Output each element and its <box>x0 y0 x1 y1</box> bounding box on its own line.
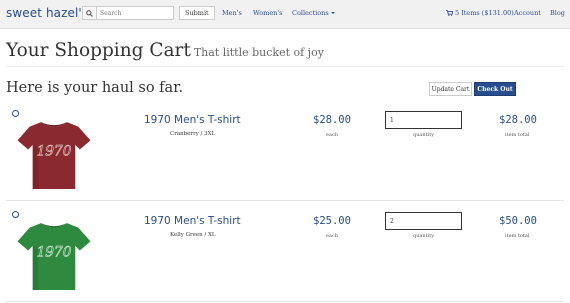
row-divider <box>6 301 564 302</box>
price-label: each <box>326 233 338 239</box>
item-total-label: item total <box>505 233 530 239</box>
header-divider <box>6 66 564 67</box>
nav-link-womens[interactable]: Women's <box>253 9 282 17</box>
nav-cart-label: 5 Items ($131.00) <box>455 9 514 17</box>
shirt-print: 1970 <box>37 245 72 261</box>
product-image[interactable]: 1970 <box>16 114 92 194</box>
nav-link-mens[interactable]: Men's <box>222 9 242 17</box>
nav-cart-link[interactable]: 5 Items ($131.00) <box>446 9 514 17</box>
product-image[interactable]: 1970 <box>16 215 92 295</box>
nav-link-account[interactable]: Account <box>514 9 541 17</box>
page-title-text: Your Shopping Cart <box>6 40 191 61</box>
quantity-label: quantity <box>413 132 435 138</box>
search-icon <box>82 6 96 20</box>
item-title[interactable]: 1970 Men's T-shirt <box>144 215 241 227</box>
nav-dropdown-collections[interactable]: Collections <box>292 9 335 17</box>
update-cart-button[interactable]: Update Cart <box>429 82 472 96</box>
top-navbar: sweet hazel's Submit Men's Women's Colle… <box>0 0 570 29</box>
quantity-label: quantity <box>413 233 435 239</box>
quantity-input[interactable] <box>385 111 462 129</box>
nav-collections-label: Collections <box>292 9 329 17</box>
item-total: $28.00 <box>499 114 537 126</box>
item-total-label: item total <box>505 132 530 138</box>
brand-logo[interactable]: sweet hazel's <box>6 6 88 20</box>
chevron-down-icon <box>330 12 335 14</box>
price-label: each <box>326 132 338 138</box>
item-variant: Cranberry / 3XL <box>170 131 216 137</box>
item-price: $25.00 <box>313 215 351 227</box>
item-title[interactable]: 1970 Men's T-shirt <box>144 114 241 126</box>
cart-heading: Here is your haul so far. <box>6 80 184 96</box>
nav-link-blog[interactable]: Blog <box>550 9 565 17</box>
search-input[interactable] <box>96 6 174 20</box>
page-subtitle: That little bucket of joy <box>193 46 324 59</box>
checkout-button[interactable]: Check Out <box>474 82 516 96</box>
shirt-print: 1970 <box>37 144 72 160</box>
page-title: Your Shopping Cart That little bucket of … <box>6 40 324 61</box>
cart-item: 1970 1970 Men's T-shirt Cranberry / 3XL … <box>0 100 570 200</box>
search-submit-button[interactable]: Submit <box>179 6 215 20</box>
item-price: $28.00 <box>313 114 351 126</box>
search-group <box>82 6 174 20</box>
item-variant: Kelly Green / XL <box>170 232 216 238</box>
item-total: $50.00 <box>499 215 537 227</box>
quantity-input[interactable] <box>385 212 462 230</box>
cart-icon <box>446 10 454 16</box>
cart-item: 1970 1970 Men's T-shirt Kelly Green / XL… <box>0 201 570 301</box>
